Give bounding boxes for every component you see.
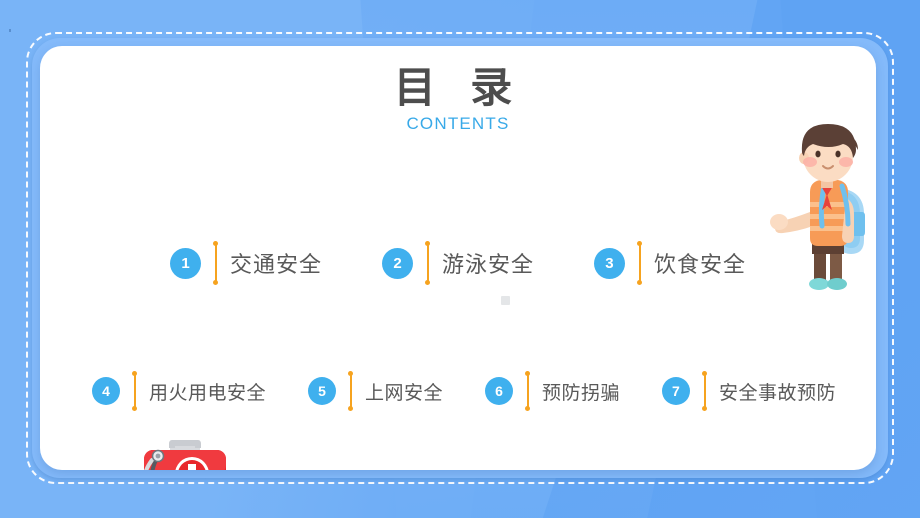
item-label: 预防拐骗 xyxy=(541,381,620,404)
contents-item-4[interactable]: 4 用火用电安全 xyxy=(92,371,266,411)
item-number-badge: 6 xyxy=(484,377,513,405)
decorative-square xyxy=(501,296,510,305)
divider-icon xyxy=(347,371,353,411)
contents-item-6[interactable]: 6 预防拐骗 xyxy=(484,371,620,411)
item-label: 饮食安全 xyxy=(653,253,746,278)
item-label: 交通安全 xyxy=(230,253,323,278)
schoolboy-illustration xyxy=(770,124,865,290)
contents-item-2[interactable]: 2 游泳安全 xyxy=(381,241,534,285)
decorative-speck xyxy=(9,29,11,32)
item-label: 用火用电安全 xyxy=(149,381,267,404)
contents-item-1[interactable]: 1 交通安全 xyxy=(170,241,322,285)
title-chinese: 目 录 xyxy=(393,63,523,112)
item-number-badge: 7 xyxy=(661,377,690,405)
contents-item-5[interactable]: 5 上网安全 xyxy=(307,371,443,411)
title-english: CONTENTS xyxy=(406,114,510,134)
item-number-badge: 1 xyxy=(170,247,201,279)
page-title: 目 录 CONTENTS xyxy=(40,63,876,134)
item-label: 安全事故预防 xyxy=(718,381,836,404)
contents-item-3[interactable]: 3 饮食安全 xyxy=(593,241,746,285)
item-label: 游泳安全 xyxy=(441,253,534,278)
divider-icon xyxy=(636,241,642,285)
contents-item-7[interactable]: 7 安全事故预防 xyxy=(661,371,836,411)
item-number-badge: 5 xyxy=(307,377,336,405)
item-number-badge: 2 xyxy=(381,247,413,279)
divider-icon xyxy=(213,241,218,285)
item-number-badge: 3 xyxy=(593,247,625,279)
content-card: 目 录 CONTENTS 1 交通安全 2 游泳安全 3 饮食安全 4 用火用电… xyxy=(40,46,876,470)
divider-icon xyxy=(701,371,707,411)
first-aid-kit-illustration xyxy=(144,440,226,470)
divider-icon xyxy=(524,371,530,411)
item-number-badge: 4 xyxy=(92,377,120,405)
contents-row-1: 1 交通安全 2 游泳安全 3 饮食安全 xyxy=(170,241,746,285)
item-label: 上网安全 xyxy=(364,381,443,404)
divider-icon xyxy=(132,371,137,411)
contents-row-2: 4 用火用电安全 5 上网安全 6 预防拐骗 7 安全事故预防 xyxy=(92,371,836,411)
divider-icon xyxy=(424,241,430,285)
presentation-slide: 目 录 CONTENTS 1 交通安全 2 游泳安全 3 饮食安全 4 用火用电… xyxy=(0,0,920,518)
